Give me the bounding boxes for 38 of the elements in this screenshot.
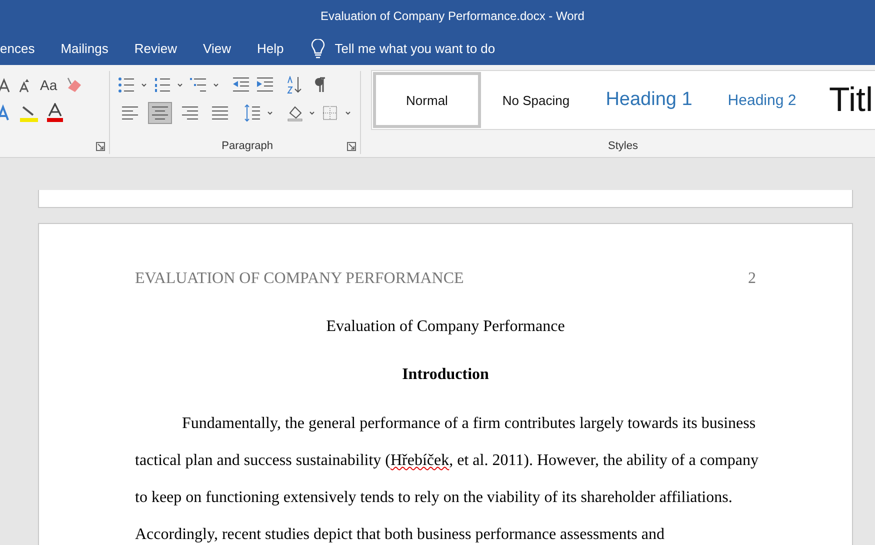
style-option[interactable]: Normal <box>373 72 481 128</box>
text-effect-icon[interactable] <box>0 104 12 122</box>
style-option[interactable]: No Spacing <box>481 72 591 128</box>
ribbon-tab[interactable]: ences <box>0 32 50 65</box>
group-label: Styles <box>608 140 638 152</box>
pilcrow-icon[interactable] <box>314 77 326 93</box>
borders-icon[interactable] <box>322 104 352 122</box>
bullet-list-icon[interactable] <box>118 77 148 93</box>
multilevel-list-icon[interactable] <box>190 77 220 93</box>
line-spacing-icon[interactable] <box>244 104 274 122</box>
style-option[interactable]: Heading 2 <box>707 72 817 128</box>
ribbon-tab[interactable]: Review <box>125 32 192 65</box>
dialog-launcher-icon[interactable] <box>347 142 356 150</box>
document-title: Evaluation of Company Performance <box>325 318 566 336</box>
tell-me-field[interactable]: Tell me what you want to do <box>332 40 527 57</box>
letter-a-icon[interactable] <box>18 77 32 93</box>
letter-a-icon[interactable] <box>0 77 12 93</box>
running-header: EVALUATION OF COMPANY PERFORMANCE <box>135 270 464 288</box>
ribbon-tab[interactable]: View <box>194 32 246 65</box>
group-label: Paragraph <box>222 140 273 152</box>
sort-icon[interactable] <box>286 76 302 94</box>
ribbon-tab[interactable]: Help <box>248 32 299 65</box>
lightbulb-icon <box>310 38 325 58</box>
decrease-indent-icon[interactable] <box>232 77 250 93</box>
change-case-button[interactable]: Aa <box>38 77 60 93</box>
dialog-launcher-icon[interactable] <box>96 142 105 150</box>
align-center-button[interactable] <box>148 102 172 124</box>
ribbon-tab[interactable]: Mailings <box>52 32 124 65</box>
paint-bucket-icon[interactable] <box>286 104 316 122</box>
section-heading: Introduction <box>401 366 490 384</box>
window-title: Evaluation of Company Performance.docx - Word <box>320 9 584 23</box>
font-color-icon[interactable] <box>46 103 64 123</box>
body-paragraph: Fundamentally, the general performance of a firm contributes largely towards its business tactical plan and success sustainability (Hřebíček, et al. 2011). However, the ability of a company to keep on functioning extensively tends to rely on the viability of its shareholder affiliations. Accordingly, recent studies depict that both business performance assessments and <box>135 414 760 545</box>
style-option[interactable]: Titl <box>817 72 874 128</box>
page-number: 2 <box>748 270 756 288</box>
increase-indent-icon[interactable] <box>256 77 274 93</box>
style-option[interactable]: Heading 1 <box>591 72 707 128</box>
numbered-list-icon[interactable] <box>154 77 184 93</box>
